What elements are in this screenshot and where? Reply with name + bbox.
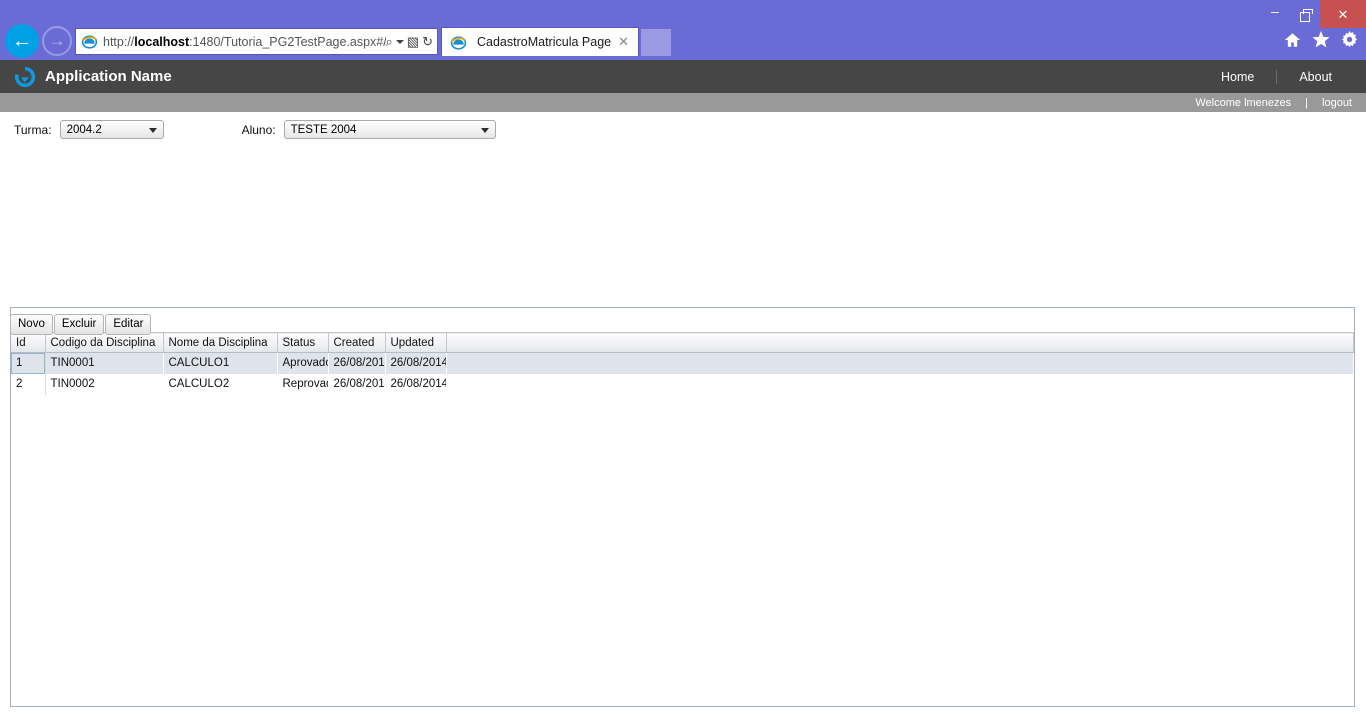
tab-strip: CadastroMatricula Page ✕ <box>441 27 671 56</box>
url-text: http://localhost:1480/Tutoria_PG2TestPag… <box>103 34 386 49</box>
app-title: Application Name <box>45 68 172 85</box>
cell-filler <box>445 352 1354 374</box>
grid-toolbar: Novo Excluir Editar <box>10 314 152 335</box>
novo-button[interactable]: Novo <box>10 314 53 335</box>
new-tab-button[interactable] <box>641 29 671 56</box>
favorites-star-icon[interactable] <box>1312 31 1330 48</box>
table-header-row: Id Codigo da Disciplina Nome da Discipli… <box>11 332 1354 353</box>
address-bar[interactable]: http://localhost:1480/Tutoria_PG2TestPag… <box>75 28 438 55</box>
grid-container: Id Codigo da Disciplina Nome da Discipli… <box>10 307 1355 707</box>
column-header-nome[interactable]: Nome da Disciplina <box>163 332 278 353</box>
forward-arrow-icon: → <box>48 31 66 50</box>
restore-icon <box>1299 8 1313 22</box>
cell-codigo[interactable]: TIN0002 <box>45 374 163 395</box>
home-icon[interactable] <box>1284 32 1301 48</box>
cell-created[interactable]: 26/08/2014 <box>328 374 385 395</box>
forward-button[interactable]: → <box>42 26 72 56</box>
refresh-icon[interactable]: ↻ <box>422 35 433 48</box>
turma-select[interactable]: 2004.2 <box>59 120 164 139</box>
column-header-filler <box>446 332 1354 353</box>
browser-toolbar-icons <box>1284 31 1358 48</box>
address-bar-icons: ⌕ ▧ ↻ <box>386 35 433 48</box>
column-header-codigo[interactable]: Codigo da Disciplina <box>45 332 164 353</box>
turma-selected-value: 2004.2 <box>66 123 102 136</box>
browser-chrome: – ✕ ← → http://localhost:1480/Tutoria_PG… <box>0 0 1366 60</box>
sub-header: Welcome lmenezes | logout <box>0 93 1366 112</box>
filter-row: Turma: 2004.2 Aluno: TESTE 2004 <box>14 120 496 139</box>
chevron-down-icon <box>148 127 157 133</box>
column-header-created[interactable]: Created <box>328 332 386 353</box>
nav-link-about[interactable]: About <box>1277 70 1354 84</box>
back-button[interactable]: ← <box>5 24 39 58</box>
nav-link-home[interactable]: Home <box>1199 70 1276 84</box>
turma-label: Turma: <box>14 122 52 137</box>
browser-nav-buttons: ← → <box>0 24 72 58</box>
disciplinas-grid: Id Codigo da Disciplina Nome da Discipli… <box>11 332 1354 395</box>
window-controls: – ✕ <box>1260 0 1366 28</box>
settings-gear-icon[interactable] <box>1341 31 1358 48</box>
app-header: Application Name Home About <box>0 60 1366 93</box>
close-window-button[interactable]: ✕ <box>1320 0 1366 28</box>
cell-id[interactable]: 1 <box>11 352 46 374</box>
aluno-select[interactable]: TESTE 2004 <box>283 120 496 139</box>
tab-title: CadastroMatricula Page <box>477 35 612 49</box>
cell-updated[interactable]: 26/08/2014 <box>385 374 446 395</box>
cell-filler <box>445 373 1354 395</box>
main-nav: Home About <box>1199 69 1354 84</box>
ie-logo-icon <box>81 35 98 49</box>
aluno-label: Aluno: <box>241 122 276 137</box>
cell-id[interactable]: 2 <box>11 373 46 395</box>
excluir-button[interactable]: Excluir <box>53 314 105 335</box>
table-row[interactable]: 2 TIN0002 CALCULO2 Reprovado 26/08/2014 … <box>11 373 1354 395</box>
column-header-id[interactable]: Id <box>11 332 46 353</box>
cell-created[interactable]: 26/08/2014 <box>328 352 385 374</box>
brand[interactable]: Application Name <box>14 66 172 88</box>
restore-button[interactable] <box>1290 0 1320 28</box>
compatibility-view-icon[interactable]: ▧ <box>407 35 419 48</box>
cell-updated[interactable]: 26/08/2014 <box>385 352 446 374</box>
cell-status[interactable]: Reprovado <box>277 374 328 395</box>
app-logo-icon <box>14 66 36 87</box>
cell-codigo[interactable]: TIN0001 <box>45 352 163 374</box>
logout-link[interactable]: logout <box>1322 97 1352 109</box>
page-body: Turma: 2004.2 Aluno: TESTE 2004 Novo Exc… <box>0 112 1366 728</box>
chevron-down-icon[interactable] <box>395 39 404 44</box>
column-header-status[interactable]: Status <box>277 332 329 353</box>
search-icon[interactable]: ⌕ <box>386 35 393 48</box>
minimize-button[interactable]: – <box>1260 0 1290 28</box>
cell-nome[interactable]: CALCULO1 <box>163 352 277 374</box>
cell-nome[interactable]: CALCULO2 <box>163 374 277 395</box>
chevron-down-icon <box>480 127 489 133</box>
table-row[interactable]: 1 TIN0001 CALCULO1 Aprovado 26/08/2014 2… <box>11 352 1354 374</box>
back-arrow-icon: ← <box>12 29 32 52</box>
column-header-updated[interactable]: Updated <box>385 332 447 353</box>
tab-ie-favicon-icon <box>450 35 467 50</box>
sub-header-divider: | <box>1305 96 1309 109</box>
tab-cadastromatricula[interactable]: CadastroMatricula Page ✕ <box>441 27 639 56</box>
tab-close-icon[interactable]: ✕ <box>615 34 632 50</box>
welcome-text: Welcome lmenezes <box>1195 96 1292 109</box>
editar-button[interactable]: Editar <box>105 314 152 335</box>
cell-status[interactable]: Aprovado <box>277 352 328 374</box>
aluno-selected-value: TESTE 2004 <box>290 123 357 136</box>
